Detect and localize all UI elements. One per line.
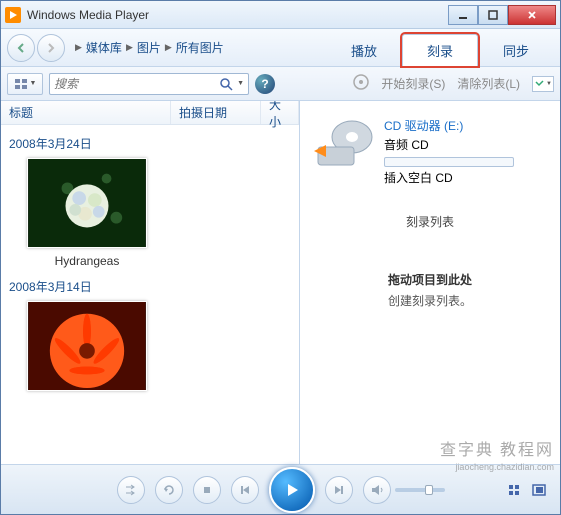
tab-play[interactable]: 播放 bbox=[326, 34, 402, 66]
next-button[interactable] bbox=[325, 476, 353, 504]
chevron-right-icon: ▶ bbox=[75, 42, 82, 53]
view-mode-icon[interactable] bbox=[506, 483, 524, 497]
toolbar: ▼ ▼ ? 开始刻录(S) 清除列表(L) ▼ bbox=[1, 67, 560, 101]
column-title[interactable]: 标题 bbox=[1, 101, 171, 124]
fullscreen-icon[interactable] bbox=[530, 483, 548, 497]
burn-progress bbox=[384, 157, 514, 167]
maximize-button[interactable] bbox=[478, 5, 508, 25]
breadcrumb-item[interactable]: 媒体库 bbox=[86, 39, 122, 56]
volume-slider[interactable] bbox=[395, 488, 445, 492]
media-type-label: 音频 CD bbox=[384, 136, 548, 155]
stop-button[interactable] bbox=[193, 476, 221, 504]
repeat-button[interactable] bbox=[155, 476, 183, 504]
mute-button[interactable] bbox=[363, 476, 391, 504]
chevron-right-icon: ▶ bbox=[165, 42, 172, 53]
forward-button[interactable] bbox=[37, 34, 65, 62]
breadcrumb[interactable]: ▶ 媒体库 ▶ 图片 ▶ 所有图片 bbox=[67, 39, 326, 56]
close-button[interactable] bbox=[508, 5, 556, 25]
back-button[interactable] bbox=[7, 34, 35, 62]
breadcrumb-item[interactable]: 所有图片 bbox=[176, 39, 224, 56]
options-dropdown[interactable]: ▼ bbox=[532, 76, 554, 92]
library-pane: 标题 拍摄日期 大小 2008年3月24日 Hydrangeas 2008年3月… bbox=[1, 101, 300, 464]
titlebar: Windows Media Player bbox=[1, 1, 560, 29]
previous-button[interactable] bbox=[231, 476, 259, 504]
column-date[interactable]: 拍摄日期 bbox=[171, 101, 261, 124]
breadcrumb-item[interactable]: 图片 bbox=[137, 39, 161, 56]
cd-drive-link[interactable]: CD 驱动器 (E:) bbox=[384, 117, 548, 136]
start-burn-button[interactable]: 开始刻录(S) bbox=[381, 75, 445, 92]
column-headers: 标题 拍摄日期 大小 bbox=[1, 101, 299, 125]
search-icon[interactable] bbox=[217, 77, 235, 91]
shuffle-button[interactable] bbox=[117, 476, 145, 504]
clear-list-button[interactable]: 清除列表(L) bbox=[457, 75, 520, 92]
search-input-wrapper[interactable]: ▼ bbox=[49, 73, 249, 95]
drop-hint-line1: 拖动项目到此处 bbox=[388, 273, 472, 287]
navbar: ▶ 媒体库 ▶ 图片 ▶ 所有图片 播放 刻录 同步 bbox=[1, 29, 560, 67]
window-title: Windows Media Player bbox=[27, 8, 448, 22]
search-input[interactable] bbox=[54, 77, 217, 91]
date-group-header[interactable]: 2008年3月14日 bbox=[9, 278, 291, 295]
date-group-header[interactable]: 2008年3月24日 bbox=[9, 135, 291, 152]
burn-list-title: 刻录列表 bbox=[300, 213, 560, 230]
insert-disc-hint: 插入空白 CD bbox=[384, 169, 548, 188]
player-bar bbox=[1, 464, 560, 514]
drop-hint-line2: 创建刻录列表。 bbox=[300, 291, 560, 313]
play-button[interactable] bbox=[269, 467, 315, 513]
thumbnail[interactable] bbox=[27, 301, 147, 391]
thumbnail[interactable] bbox=[27, 158, 147, 248]
chevron-right-icon: ▶ bbox=[126, 42, 133, 53]
minimize-button[interactable] bbox=[448, 5, 478, 25]
view-dropdown[interactable]: ▼ bbox=[7, 73, 43, 95]
cd-drive-icon bbox=[312, 117, 376, 173]
help-icon[interactable]: ? bbox=[255, 74, 275, 94]
tab-burn[interactable]: 刻录 bbox=[402, 34, 478, 66]
thumbnail-label: Hydrangeas bbox=[9, 254, 165, 268]
column-size[interactable]: 大小 bbox=[261, 101, 299, 124]
disc-icon bbox=[353, 74, 369, 93]
chevron-down-icon[interactable]: ▼ bbox=[237, 80, 244, 87]
drop-hint: 拖动项目到此处 创建刻录列表。 bbox=[300, 270, 560, 313]
tab-bar: 播放 刻录 同步 bbox=[326, 29, 554, 66]
tab-sync[interactable]: 同步 bbox=[478, 34, 554, 66]
app-icon bbox=[5, 7, 21, 23]
burn-pane: CD 驱动器 (E:) 音频 CD 插入空白 CD 刻录列表 拖动项目到此处 创… bbox=[300, 101, 560, 464]
